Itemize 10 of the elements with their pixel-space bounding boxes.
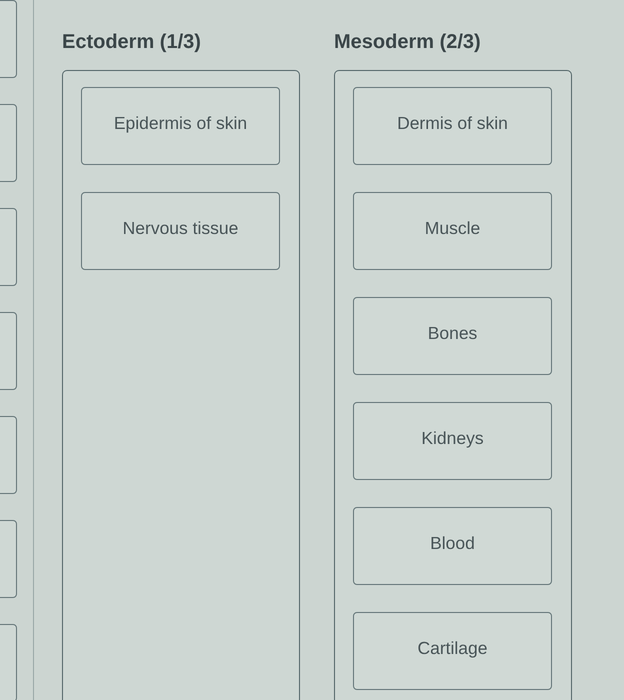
answer-card[interactable]: Cartilage <box>353 612 552 690</box>
column-heading: Mesoderm (2/3) <box>334 30 482 55</box>
answer-card[interactable]: Epidermis of skin <box>81 87 280 165</box>
answer-card[interactable]: Dermis of skin <box>353 87 552 165</box>
answer-card[interactable]: Nervous tissue <box>81 192 280 270</box>
answer-card[interactable]: Bones <box>353 297 552 375</box>
answer-card[interactable]: Blood <box>353 507 552 585</box>
answer-card[interactable]: Kidneys <box>353 402 552 480</box>
column-heading: Ectoderm (1/3) <box>62 30 202 55</box>
answer-card[interactable]: Muscle <box>353 192 552 270</box>
